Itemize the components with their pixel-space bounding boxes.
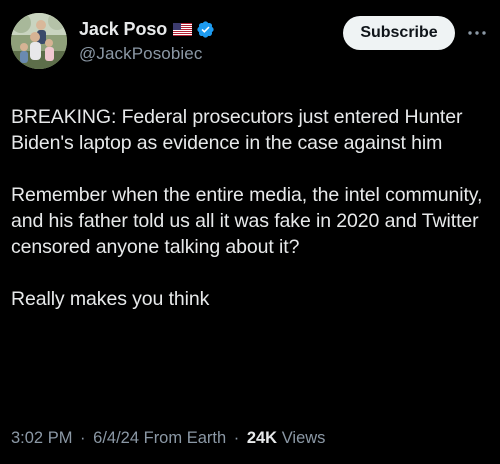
us-flag-icon <box>173 22 193 36</box>
author-names: Jack Poso @JackPosobiec <box>79 17 329 64</box>
meta-separator: · <box>233 429 240 447</box>
tweet-time[interactable]: 3:02 PM <box>11 429 72 447</box>
verified-badge-icon[interactable] <box>196 20 215 39</box>
display-name[interactable]: Jack Poso <box>79 19 167 40</box>
tweet-paragraph: Remember when the entire media, the inte… <box>11 184 483 258</box>
tweet-source: From Earth <box>143 429 227 447</box>
views-count: 24K <box>246 429 278 447</box>
subscribe-button[interactable]: Subscribe <box>343 16 455 50</box>
tweet-paragraph: Really makes you think <box>11 288 210 310</box>
tweet-card: Jack Poso @JackPosobiec Subscribe BREAKI… <box>0 0 500 464</box>
meta-separator: · <box>80 429 86 447</box>
tweet-paragraph: BREAKING: Federal prosecutors just enter… <box>11 106 463 154</box>
views-label: Views <box>281 429 326 447</box>
tweet-header: Jack Poso @JackPosobiec Subscribe <box>11 13 489 71</box>
name-row: Jack Poso <box>79 17 329 41</box>
more-options-icon[interactable] <box>466 23 488 43</box>
tweet-date[interactable]: 6/4/24 <box>93 429 139 447</box>
author-handle[interactable]: @JackPosobiec <box>79 44 329 64</box>
tweet-text: BREAKING: Federal prosecutors just enter… <box>11 104 491 312</box>
tweet-meta: 3:02 PM · 6/4/24 From Earth · 24K Views <box>11 429 325 448</box>
avatar[interactable] <box>11 13 67 69</box>
